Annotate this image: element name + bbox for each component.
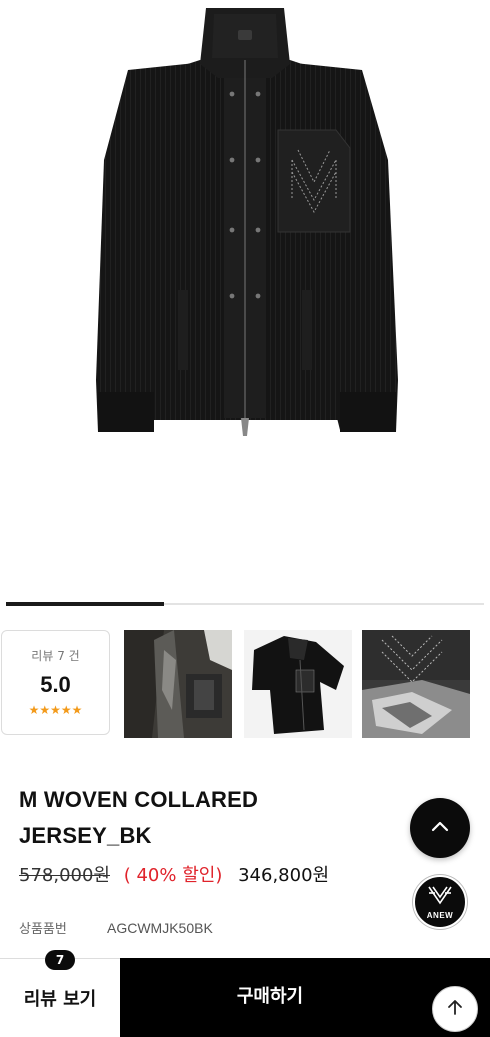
review-score: 5.0 xyxy=(40,672,71,697)
anew-logo-icon xyxy=(427,885,453,910)
thumb-detail-front[interactable] xyxy=(124,630,232,738)
product-title-line1: M WOVEN COLLARED xyxy=(19,787,259,812)
gallery-progress-indicator xyxy=(6,602,164,606)
bottom-action-bar: 리뷰 보기 7 구매하기 xyxy=(0,950,490,1037)
gallery-progress-track xyxy=(6,602,484,606)
review-count-label: 리뷰 7 건 xyxy=(31,649,80,663)
product-code-label: 상품품번 xyxy=(19,922,67,937)
price-row: 578,000원 ( 40% 할인) 346,800원 xyxy=(19,862,329,890)
review-count-badge: 7 xyxy=(45,950,75,970)
final-price: 346,800원 xyxy=(238,865,330,886)
brand-logo-text: ANEW xyxy=(426,910,454,920)
discount-rate: ( 40% 할인) xyxy=(123,865,223,886)
arrow-up-icon xyxy=(445,997,465,1022)
product-title-line2: JERSEY_BK xyxy=(19,823,152,848)
review-view-button[interactable]: 리뷰 보기 7 xyxy=(0,950,120,1037)
buy-button-label: 구매하기 xyxy=(236,985,304,1007)
product-code-value: AGCWMJK50BK xyxy=(106,920,213,936)
review-stars: ★★★★★ xyxy=(28,703,83,717)
review-thumbnail-strip: 리뷰 7 건 5.0 ★★★★★ xyxy=(0,630,490,738)
thumb-flatlay-back[interactable] xyxy=(244,630,352,738)
product-main-image[interactable] xyxy=(0,0,490,590)
original-price: 578,000원 xyxy=(19,865,110,886)
scroll-top-fab[interactable] xyxy=(410,798,470,858)
product-code-row: 상품품번 AGCWMJK50BK xyxy=(19,918,213,937)
product-title: M WOVEN COLLARED JERSEY_BK xyxy=(19,782,379,854)
scroll-up-button[interactable] xyxy=(432,986,478,1032)
review-view-label: 리뷰 보기 xyxy=(23,989,97,1010)
review-rating-card[interactable]: 리뷰 7 건 5.0 ★★★★★ xyxy=(1,630,110,735)
brand-logo-fab[interactable]: ANEW xyxy=(413,875,467,929)
chevron-up-icon xyxy=(429,815,451,842)
thumb-pocket-closeup[interactable] xyxy=(362,630,470,738)
